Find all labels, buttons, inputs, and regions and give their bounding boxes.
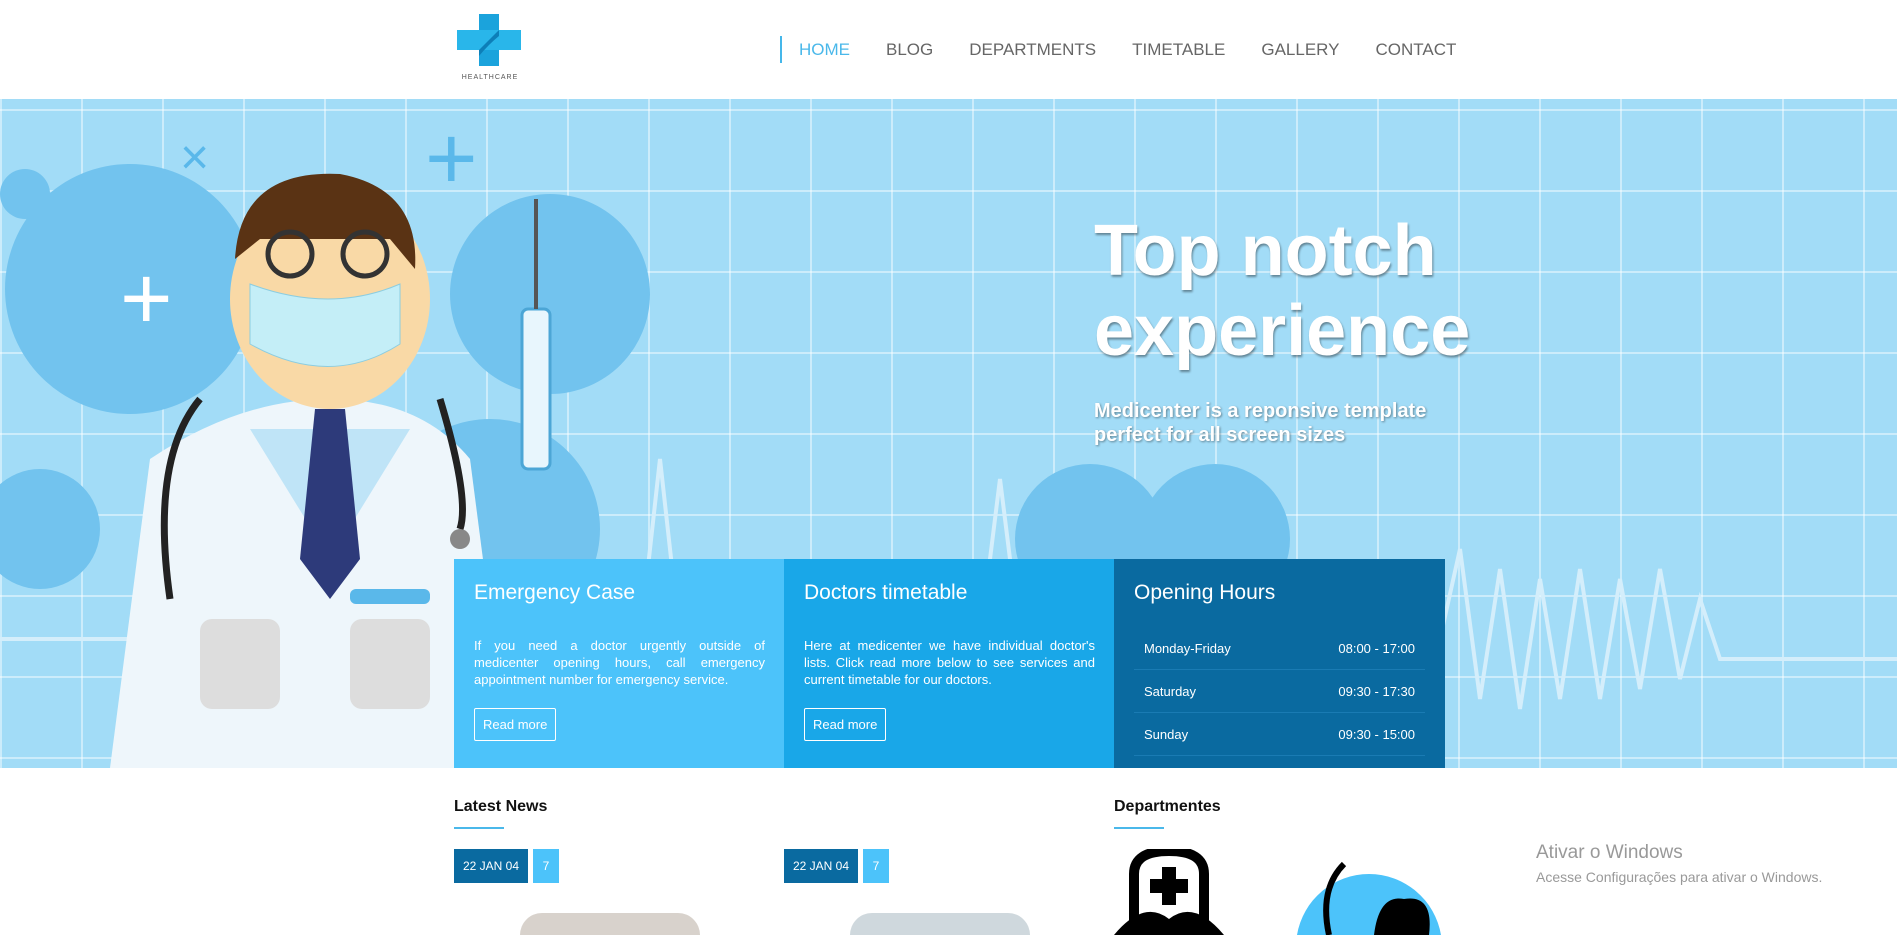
hours-day: Sunday — [1144, 726, 1189, 742]
emergency-title: Emergency Case — [474, 581, 636, 604]
nav-contact[interactable]: CONTACT — [1375, 40, 1456, 60]
news-date-badge: 22 JAN 04 — [784, 849, 859, 883]
hours-day: Saturday — [1144, 683, 1197, 699]
cardiology-department-icon[interactable] — [1294, 849, 1444, 935]
latest-news-heading: Latest News — [454, 798, 548, 815]
nav-departments[interactable]: DEPARTMENTS — [969, 40, 1096, 60]
hours-title: Opening Hours — [1134, 581, 1276, 604]
svg-text:×: × — [180, 129, 209, 185]
main-nav: HOME BLOG DEPARTMENTS TIMETABLE GALLERY … — [780, 36, 1475, 63]
hero-title-line1: Top notch — [1094, 211, 1437, 291]
heading-underline — [454, 827, 504, 829]
hero-title-line2: experience — [1094, 291, 1471, 371]
hours-time: 08:00 - 17:00 — [1338, 640, 1415, 656]
medical-cross-icon — [457, 14, 521, 66]
nav-gallery[interactable]: GALLERY — [1261, 40, 1339, 60]
site-header: HEALTHCARE HOME BLOG DEPARTMENTS TIMETAB… — [0, 0, 1897, 99]
windows-activation-title: Ativar o Windows — [1536, 842, 1683, 863]
emergency-text: If you need a doctor urgently outside of… — [474, 638, 765, 687]
hero-title: Top notch experience — [1094, 211, 1594, 371]
heading-underline — [1114, 827, 1164, 829]
svg-text:+: + — [425, 109, 478, 209]
opening-hours-box: Opening Hours Monday-Friday 08:00 - 17:00… — [1114, 559, 1445, 768]
timetable-title: Doctors timetable — [804, 581, 968, 604]
hero-subtitle-line2: perfect for all screen sizes — [1094, 424, 1346, 446]
nav-home[interactable]: HOME — [799, 40, 850, 60]
emergency-case-box: Emergency Case If you need a doctor urge… — [454, 559, 785, 768]
emergency-read-more-button[interactable]: Read more — [474, 708, 557, 741]
news-image[interactable] — [520, 913, 700, 935]
timetable-text: Here at medicenter we have individual do… — [804, 638, 1095, 687]
logo-text: HEALTHCARE — [461, 74, 519, 81]
nav-timetable[interactable]: TIMETABLE — [1132, 40, 1225, 60]
hours-row: Sunday 09:30 - 15:00 — [1134, 713, 1425, 756]
windows-activation-text: Acesse Configurações para ativar o Windo… — [1536, 869, 1823, 885]
hours-row: Monday-Friday 08:00 - 17:00 — [1134, 627, 1425, 670]
hero-subtitle: Medicenter is a reponsive template perfec… — [1094, 399, 1474, 447]
pharmacy-department-icon[interactable] — [1114, 849, 1244, 935]
news-comment-count[interactable]: 7 — [863, 849, 889, 883]
hours-time: 09:30 - 15:00 — [1338, 726, 1415, 742]
news-image[interactable] — [850, 913, 1030, 935]
hours-list: Monday-Friday 08:00 - 17:00 Saturday 09:30… — [1134, 627, 1425, 756]
doctors-timetable-box: Doctors timetable Here at medicenter we … — [784, 559, 1115, 768]
hero-subtitle-line1: Medicenter is a reponsive template — [1094, 400, 1427, 422]
hours-day: Monday-Friday — [1144, 640, 1231, 656]
svg-text:+: + — [120, 249, 173, 349]
news-date-badge: 22 JAN 04 — [454, 849, 529, 883]
hours-row: Saturday 09:30 - 17:30 — [1134, 670, 1425, 713]
news-comment-count[interactable]: 7 — [533, 849, 559, 883]
logo[interactable]: HEALTHCARE — [455, 12, 525, 87]
departments-heading: Departmentes — [1114, 798, 1221, 815]
nav-blog[interactable]: BLOG — [886, 40, 933, 60]
hours-time: 09:30 - 17:30 — [1338, 683, 1415, 699]
timetable-read-more-button[interactable]: Read more — [804, 708, 887, 741]
